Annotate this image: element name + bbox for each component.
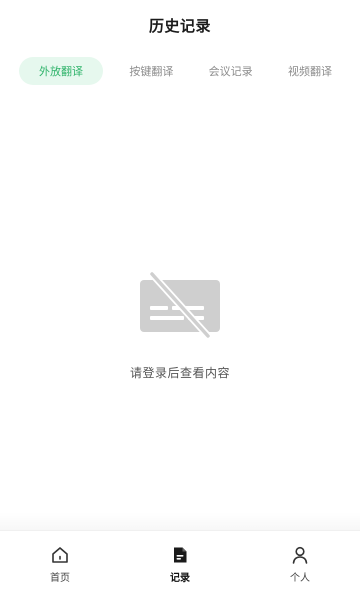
- tab-meeting-record[interactable]: 会议记录: [200, 57, 262, 85]
- tabbar-label-profile: 个人: [290, 573, 310, 584]
- tab-video-translation[interactable]: 视频翻译: [279, 57, 341, 85]
- tabbar-item-profile[interactable]: 个人: [240, 531, 360, 600]
- empty-message: 请登录后查看内容: [129, 366, 230, 380]
- tabbar-item-home[interactable]: 首页: [0, 531, 120, 600]
- person-icon: [292, 546, 308, 564]
- tabbar-label-home: 首页: [50, 573, 70, 584]
- empty-state: 请登录后查看内容: [0, 272, 360, 381]
- tab-speaker-translation[interactable]: 外放翻译: [19, 57, 103, 85]
- bottom-tabbar: 首页 记录 个人: [0, 530, 360, 600]
- home-icon: [52, 547, 68, 563]
- tabbar-label-record: 记录: [170, 573, 190, 584]
- record-icon: [174, 547, 187, 563]
- page-title: 历史记录: [148, 16, 211, 35]
- tab-key-translation[interactable]: 按键翻译: [120, 57, 182, 85]
- tabbar-item-record[interactable]: 记录: [120, 531, 240, 600]
- tabbar-shadow: [0, 512, 360, 530]
- no-subtitles-icon: [140, 272, 220, 338]
- category-tabs: 外放翻译 按键翻译 会议记录 视频翻译: [0, 56, 360, 86]
- page-header: 历史记录: [0, 0, 360, 50]
